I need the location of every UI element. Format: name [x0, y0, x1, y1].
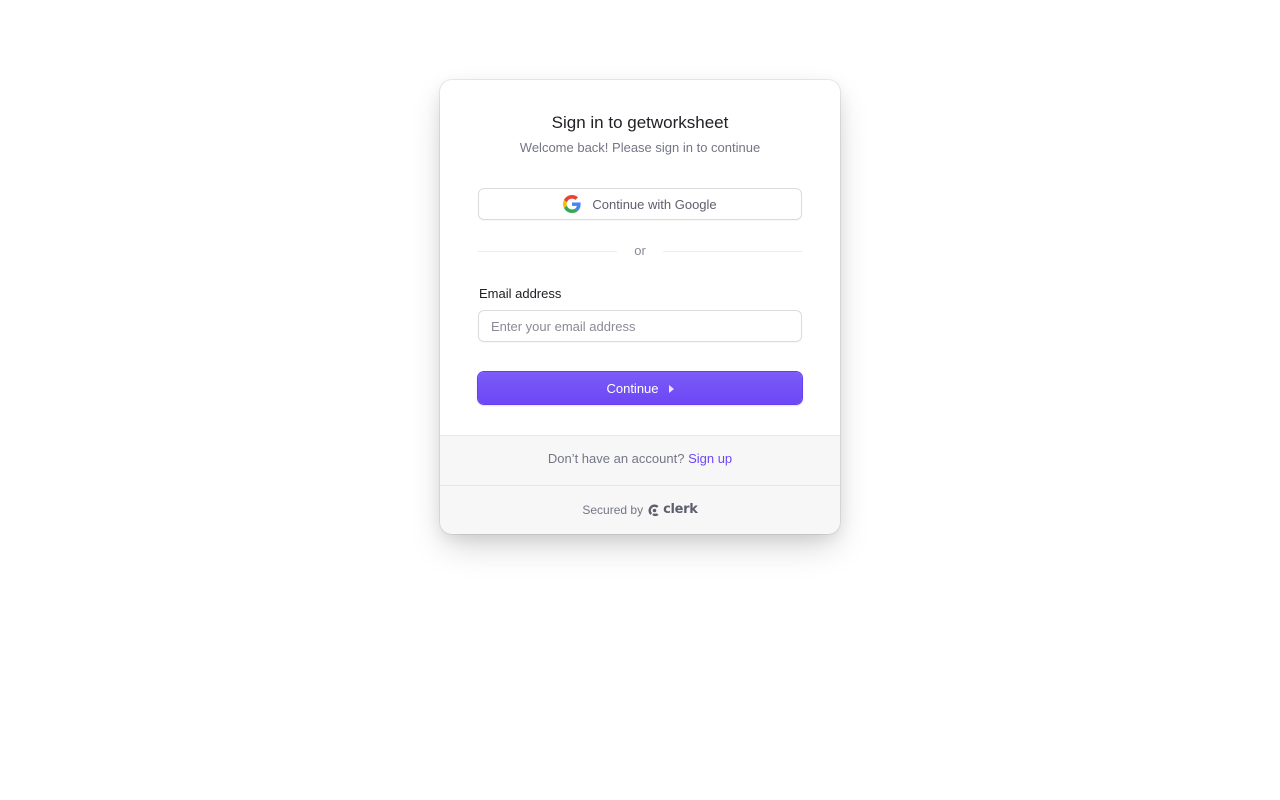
divider-line-right	[662, 250, 802, 252]
sign-in-card: Sign in to getworksheet Welcome back! Pl…	[440, 80, 840, 534]
card-title: Sign in to getworksheet	[551, 113, 729, 132]
signup-prompt-row: Don’t have an account? Sign up	[440, 450, 840, 468]
clerk-wordmark: clerk	[663, 502, 698, 517]
footer-divider	[440, 485, 840, 486]
clerk-logo-icon	[648, 504, 659, 516]
or-divider: or	[478, 242, 802, 260]
divider-text: or	[634, 243, 646, 258]
divider-line-left	[478, 250, 618, 252]
sign-up-link[interactable]: Sign up	[688, 451, 732, 466]
continue-button[interactable]: Continue	[478, 372, 802, 404]
continue-with-google-button[interactable]: Continue with Google	[478, 188, 802, 220]
email-label: Email address	[479, 286, 562, 301]
signup-prompt-text: Don’t have an account?	[547, 451, 685, 466]
continue-button-label: Continue	[606, 380, 659, 396]
google-icon	[563, 195, 581, 213]
clerk-logo[interactable]: clerk	[648, 502, 698, 518]
secured-by-text: Secured by	[582, 503, 644, 517]
secured-by-row: Secured by clerk	[440, 502, 840, 518]
arrow-right-icon	[668, 384, 674, 393]
email-field[interactable]	[478, 310, 802, 342]
google-button-label: Continue with Google	[592, 196, 717, 212]
sign-in-card-body: Sign in to getworksheet Welcome back! Pl…	[440, 80, 840, 435]
card-subtitle: Welcome back! Please sign in to continue	[519, 140, 761, 155]
